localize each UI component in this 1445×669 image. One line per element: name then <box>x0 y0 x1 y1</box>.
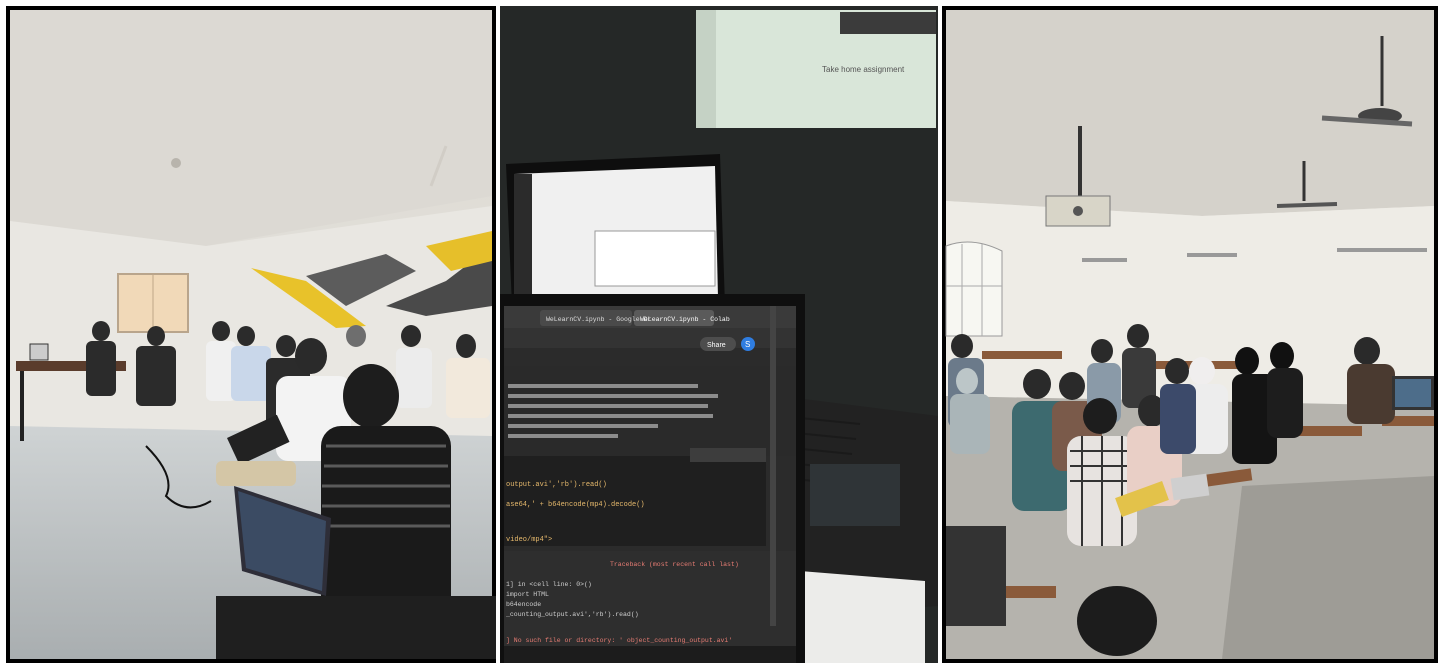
photo-workshop-room <box>6 6 496 663</box>
browser-tab-drive: WeLearnCV.ipynb - Google Dr <box>546 316 651 323</box>
code-line-b64: b64encode <box>506 601 541 608</box>
code-line-read: output.avi','rb').read() <box>506 481 607 489</box>
assignment-title: Take home assignment <box>822 65 905 74</box>
avatar-letter: S <box>745 340 750 349</box>
code-line-counting: _counting_output.avi','rb').read() <box>505 611 639 618</box>
error-header: Traceback (most recent call last) <box>610 561 739 568</box>
code-line-decode: ase64,' + b64encode(mp4).decode() <box>506 501 645 509</box>
photo-classroom <box>942 6 1438 663</box>
share-button-label: Share <box>707 342 726 349</box>
code-line-video: video/mp4"> <box>506 536 552 544</box>
code-line-cell: 1] in <cell line: 0>() <box>506 581 592 588</box>
code-line-import: import HTML <box>506 591 549 598</box>
photo-laptop-notebook: Take home assignment WeLearnCV.ipynb - G… <box>500 6 938 663</box>
code-line-error: ] No such file or directory: ' object_co… <box>506 637 732 644</box>
browser-tab-colab: WeLearnCV.ipynb - Colab <box>640 316 730 323</box>
